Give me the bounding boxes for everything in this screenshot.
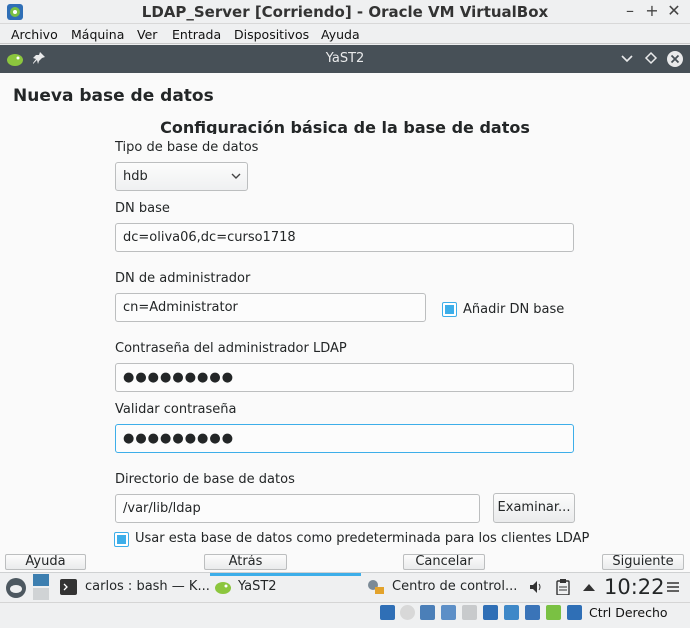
menu-ayuda[interactable]: Ayuda bbox=[321, 27, 360, 42]
window-title: LDAP_Server [Corriendo] - Oracle VM Virt… bbox=[141, 3, 549, 21]
hard-disk-icon[interactable] bbox=[380, 605, 395, 620]
admin-password-label: Contraseña del administrador LDAP bbox=[115, 341, 347, 356]
default-db-label[interactable]: Usar esta base de datos como predetermin… bbox=[135, 531, 589, 546]
yast-window-title: YaST2 bbox=[325, 51, 365, 66]
clipboard-icon[interactable] bbox=[556, 579, 570, 596]
maximize-diamond-icon[interactable] bbox=[644, 51, 658, 65]
mouse-integration-icon[interactable] bbox=[546, 605, 561, 620]
cancel-button[interactable]: Cancelar bbox=[403, 554, 485, 570]
video-capture-icon[interactable] bbox=[504, 605, 519, 620]
validate-password-label: Validar contraseña bbox=[115, 402, 237, 417]
menu-archivo[interactable]: Archivo bbox=[11, 27, 58, 42]
volume-icon[interactable] bbox=[528, 579, 544, 595]
db-type-combo[interactable]: hdb bbox=[115, 162, 248, 191]
chevron-down-icon[interactable] bbox=[620, 51, 634, 65]
append-dn-base-checkbox[interactable] bbox=[442, 302, 457, 317]
task-control-center[interactable]: Centro de control... bbox=[392, 574, 517, 600]
desktop-pager[interactable] bbox=[33, 574, 50, 600]
db-type-value: hdb bbox=[123, 169, 148, 184]
terminal-icon bbox=[60, 579, 77, 595]
tray-expand-icon[interactable] bbox=[582, 581, 596, 593]
usb-icon[interactable] bbox=[441, 605, 456, 620]
help-button[interactable]: Ayuda bbox=[5, 554, 86, 570]
browse-button[interactable]: Examinar... bbox=[493, 493, 575, 523]
network-icon[interactable] bbox=[420, 605, 435, 620]
menu-ver[interactable]: Ver bbox=[137, 27, 157, 42]
close-button[interactable]: ✕ bbox=[665, 2, 683, 20]
next-button[interactable]: Siguiente bbox=[602, 554, 684, 570]
maximize-button[interactable]: + bbox=[643, 2, 661, 20]
admin-dn-input[interactable]: cn=Administrator bbox=[115, 293, 426, 322]
shared-folder-icon[interactable] bbox=[462, 605, 477, 620]
admin-password-input[interactable]: ●●●●●●●●● bbox=[115, 363, 574, 392]
menu-dispositivos[interactable]: Dispositivos bbox=[234, 27, 309, 42]
menu-maquina[interactable]: Máquina bbox=[71, 27, 124, 42]
menu-entrada[interactable]: Entrada bbox=[172, 27, 221, 42]
display-icon[interactable] bbox=[483, 605, 498, 620]
chevron-down-icon bbox=[231, 163, 241, 200]
validate-password-input[interactable]: ●●●●●●●●● bbox=[115, 424, 574, 453]
default-db-checkbox[interactable] bbox=[114, 532, 129, 547]
admin-dn-label: DN de administrador bbox=[115, 271, 251, 286]
db-dir-input[interactable]: /var/lib/ldap bbox=[115, 494, 480, 523]
task-yast2[interactable]: YaST2 bbox=[238, 574, 277, 600]
minimize-button[interactable]: – bbox=[621, 2, 639, 20]
task-terminal[interactable]: carlos : bash — K... bbox=[85, 574, 210, 600]
cpu-icon[interactable] bbox=[525, 605, 540, 620]
menu-icon[interactable] bbox=[666, 580, 680, 594]
keyboard-capture-icon[interactable] bbox=[567, 605, 582, 620]
close-icon[interactable] bbox=[666, 50, 684, 68]
app-launcher-icon[interactable] bbox=[5, 577, 27, 599]
yast-task-icon bbox=[213, 577, 233, 597]
host-key-label: Ctrl Derecho bbox=[589, 605, 668, 620]
append-dn-base-label[interactable]: Añadir DN base bbox=[463, 302, 564, 317]
db-type-label: Tipo de base de datos bbox=[115, 140, 259, 155]
optical-drive-icon[interactable] bbox=[400, 605, 415, 620]
section-title: Configuración básica de la base de datos bbox=[160, 118, 530, 134]
vbox-statusbar bbox=[0, 602, 690, 628]
dn-base-label: DN base bbox=[115, 201, 170, 216]
db-dir-label: Directorio de base de datos bbox=[115, 472, 295, 487]
task-active-indicator bbox=[210, 573, 361, 576]
clock[interactable]: 10:22 bbox=[604, 574, 665, 600]
control-center-icon bbox=[366, 578, 386, 596]
dn-base-input[interactable]: dc=oliva06,dc=curso1718 bbox=[115, 223, 574, 252]
page-title: Nueva base de datos bbox=[13, 86, 214, 106]
back-button[interactable]: Atrás bbox=[204, 554, 287, 570]
